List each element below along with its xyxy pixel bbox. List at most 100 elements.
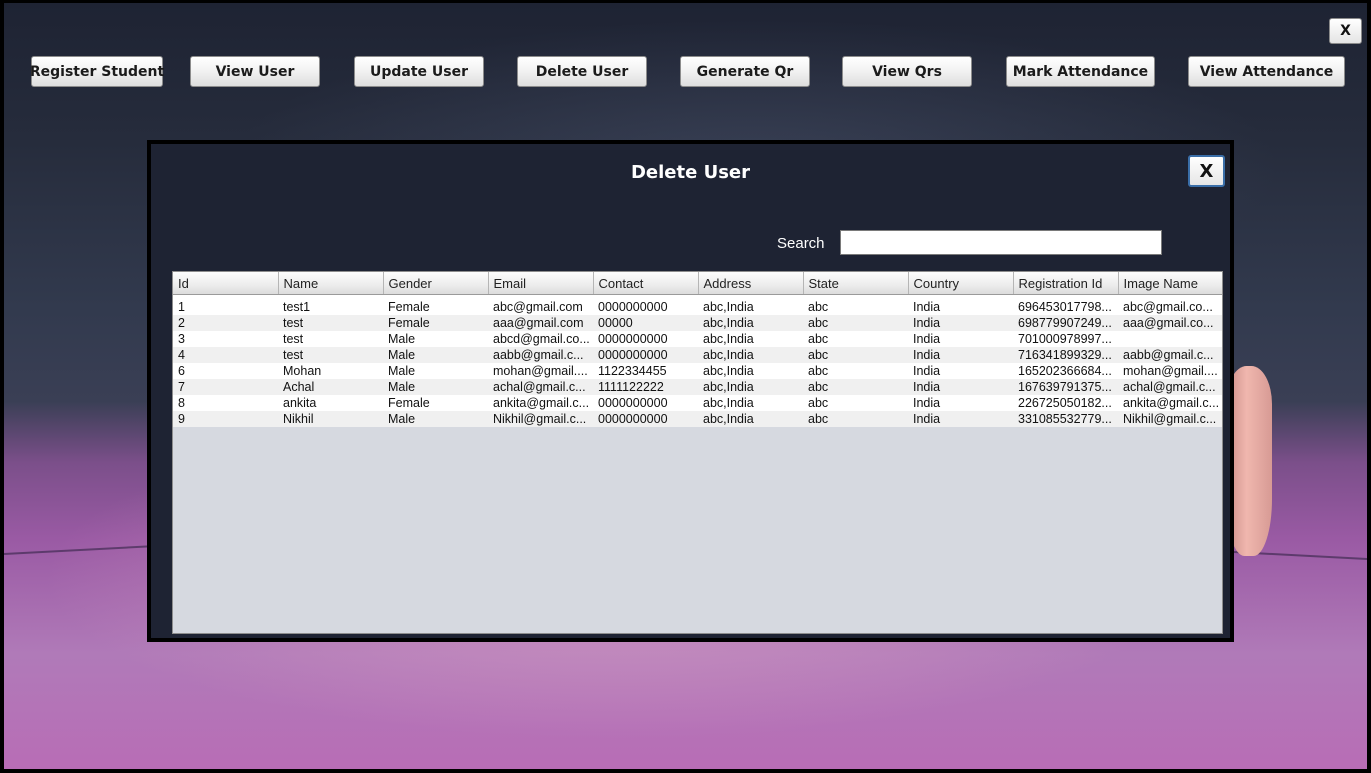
- cell-registration-id[interactable]: 698779907249...: [1013, 315, 1118, 331]
- table-row[interactable]: 7 Achal Male achal@gmail.c... 1111122222 abc,…: [173, 379, 1222, 395]
- cell-contact[interactable]: 0000000000: [593, 347, 698, 363]
- cell-contact[interactable]: 1111122222: [593, 379, 698, 395]
- cell-state[interactable]: abc: [803, 315, 908, 331]
- cell-id[interactable]: 3: [173, 331, 278, 347]
- cell-name[interactable]: Mohan: [278, 363, 383, 379]
- search-input[interactable]: [840, 230, 1162, 255]
- cell-name[interactable]: test: [278, 331, 383, 347]
- cell-id[interactable]: 1: [173, 299, 278, 315]
- cell-gender[interactable]: Female: [383, 299, 488, 315]
- cell-state[interactable]: abc: [803, 379, 908, 395]
- cell-contact[interactable]: 0000000000: [593, 395, 698, 411]
- column-header-registration-id[interactable]: Registration Id: [1013, 272, 1119, 295]
- cell-name[interactable]: Nikhil: [278, 411, 383, 427]
- cell-image-name[interactable]: aaa@gmail.co...: [1118, 315, 1222, 331]
- cell-state[interactable]: abc: [803, 331, 908, 347]
- cell-registration-id[interactable]: 716341899329...: [1013, 347, 1118, 363]
- cell-address[interactable]: abc,India: [698, 315, 803, 331]
- cell-contact[interactable]: 1122334455: [593, 363, 698, 379]
- cell-address[interactable]: abc,India: [698, 331, 803, 347]
- delete-user-button[interactable]: Delete User: [517, 56, 647, 87]
- cell-gender[interactable]: Male: [383, 379, 488, 395]
- cell-country[interactable]: India: [908, 411, 1013, 427]
- cell-id[interactable]: 7: [173, 379, 278, 395]
- cell-country[interactable]: India: [908, 331, 1013, 347]
- table-row[interactable]: 2 test Female aaa@gmail.com 00000 abc,India ab…: [173, 315, 1222, 331]
- cell-email[interactable]: aaa@gmail.com: [488, 315, 593, 331]
- dialog-close-button[interactable]: X: [1188, 155, 1225, 187]
- cell-id[interactable]: 9: [173, 411, 278, 427]
- cell-image-name[interactable]: [1118, 331, 1222, 347]
- column-header-gender[interactable]: Gender: [383, 272, 489, 295]
- cell-name[interactable]: test: [278, 315, 383, 331]
- cell-country[interactable]: India: [908, 379, 1013, 395]
- cell-country[interactable]: India: [908, 299, 1013, 315]
- cell-registration-id[interactable]: 696453017798...: [1013, 299, 1118, 315]
- cell-registration-id[interactable]: 165202366684...: [1013, 363, 1118, 379]
- cell-address[interactable]: abc,India: [698, 363, 803, 379]
- register-student-button[interactable]: Register Student: [30, 56, 164, 87]
- view-attendance-button[interactable]: View Attendance: [1188, 56, 1345, 87]
- cell-state[interactable]: abc: [803, 411, 908, 427]
- mark-attendance-button[interactable]: Mark Attendance: [1006, 56, 1155, 87]
- cell-state[interactable]: abc: [803, 395, 908, 411]
- column-header-email[interactable]: Email: [488, 272, 594, 295]
- cell-id[interactable]: 6: [173, 363, 278, 379]
- cell-contact[interactable]: 0000000000: [593, 299, 698, 315]
- table-row[interactable]: 4 test Male aabb@gmail.c... 0000000000 abc,In…: [173, 347, 1222, 363]
- cell-contact[interactable]: 00000: [593, 315, 698, 331]
- close-app-button[interactable]: X: [1329, 18, 1362, 44]
- cell-address[interactable]: abc,India: [698, 411, 803, 427]
- table-row[interactable]: 3 test Male abcd@gmail.co... 0000000000 abc,I…: [173, 331, 1222, 347]
- cell-gender[interactable]: Female: [383, 315, 488, 331]
- generate-qr-button[interactable]: Generate Qr: [680, 56, 810, 87]
- cell-state[interactable]: abc: [803, 299, 908, 315]
- cell-name[interactable]: Achal: [278, 379, 383, 395]
- column-header-country[interactable]: Country: [908, 272, 1014, 295]
- cell-email[interactable]: Nikhil@gmail.c...: [488, 411, 593, 427]
- view-qrs-button[interactable]: View Qrs: [842, 56, 972, 87]
- column-header-address[interactable]: Address: [698, 272, 804, 295]
- cell-email[interactable]: achal@gmail.c...: [488, 379, 593, 395]
- cell-address[interactable]: abc,India: [698, 347, 803, 363]
- table-row[interactable]: 1 test1 Female abc@gmail.com 0000000000 abc,I…: [173, 299, 1222, 315]
- cell-image-name[interactable]: aabb@gmail.c...: [1118, 347, 1222, 363]
- cell-id[interactable]: 8: [173, 395, 278, 411]
- column-header-image-name[interactable]: Image Name: [1118, 272, 1222, 295]
- cell-registration-id[interactable]: 167639791375...: [1013, 379, 1118, 395]
- table-row[interactable]: 8 ankita Female ankita@gmail.c... 0000000000…: [173, 395, 1222, 411]
- cell-contact[interactable]: 0000000000: [593, 331, 698, 347]
- cell-state[interactable]: abc: [803, 347, 908, 363]
- cell-gender[interactable]: Male: [383, 411, 488, 427]
- view-user-button[interactable]: View User: [190, 56, 320, 87]
- cell-id[interactable]: 4: [173, 347, 278, 363]
- cell-email[interactable]: mohan@gmail....: [488, 363, 593, 379]
- cell-state[interactable]: abc: [803, 363, 908, 379]
- column-header-state[interactable]: State: [803, 272, 909, 295]
- cell-image-name[interactable]: Nikhil@gmail.c...: [1118, 411, 1222, 427]
- cell-image-name[interactable]: achal@gmail.c...: [1118, 379, 1222, 395]
- cell-country[interactable]: India: [908, 395, 1013, 411]
- cell-name[interactable]: test: [278, 347, 383, 363]
- cell-id[interactable]: 2: [173, 315, 278, 331]
- cell-image-name[interactable]: ankita@gmail.c...: [1118, 395, 1222, 411]
- cell-gender[interactable]: Male: [383, 331, 488, 347]
- update-user-button[interactable]: Update User: [354, 56, 484, 87]
- column-header-name[interactable]: Name: [278, 272, 384, 295]
- column-header-contact[interactable]: Contact: [593, 272, 699, 295]
- table-row[interactable]: 6 Mohan Male mohan@gmail.... 1122334455 abc,I…: [173, 363, 1222, 379]
- cell-address[interactable]: abc,India: [698, 395, 803, 411]
- cell-country[interactable]: India: [908, 363, 1013, 379]
- cell-country[interactable]: India: [908, 315, 1013, 331]
- table-row[interactable]: 9 Nikhil Male Nikhil@gmail.c... 0000000000 ab…: [173, 411, 1222, 427]
- cell-email[interactable]: abcd@gmail.co...: [488, 331, 593, 347]
- cell-registration-id[interactable]: 701000978997...: [1013, 331, 1118, 347]
- cell-image-name[interactable]: mohan@gmail....: [1118, 363, 1222, 379]
- cell-name[interactable]: ankita: [278, 395, 383, 411]
- cell-gender[interactable]: Female: [383, 395, 488, 411]
- cell-image-name[interactable]: abc@gmail.co...: [1118, 299, 1222, 315]
- cell-gender[interactable]: Male: [383, 347, 488, 363]
- cell-email[interactable]: abc@gmail.com: [488, 299, 593, 315]
- cell-registration-id[interactable]: 226725050182...: [1013, 395, 1118, 411]
- cell-email[interactable]: ankita@gmail.c...: [488, 395, 593, 411]
